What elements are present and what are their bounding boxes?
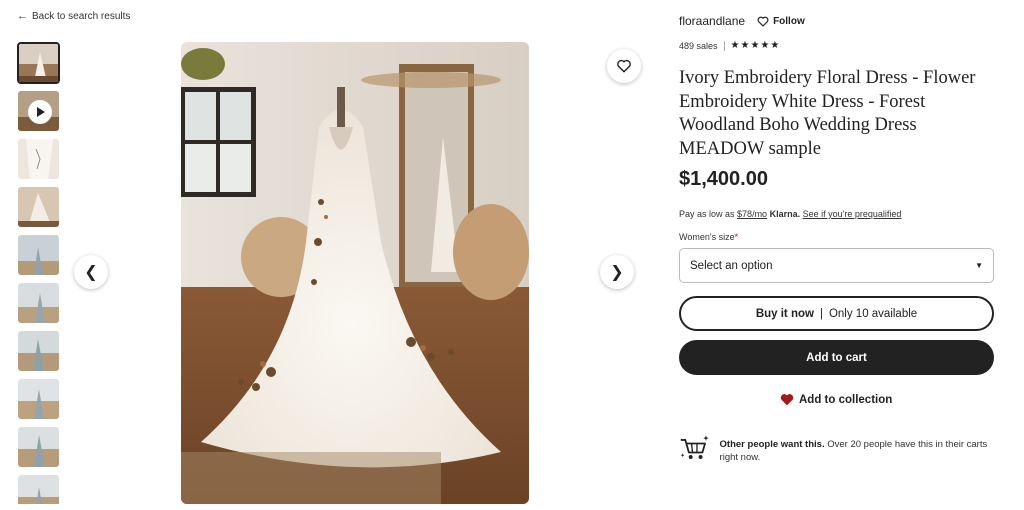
size-select[interactable]: Select an option ▼ <box>679 248 994 283</box>
thumbnail-1[interactable] <box>17 42 60 84</box>
demand-notice: Other people want this. Over 20 people h… <box>679 432 999 464</box>
buy-label: Buy it now <box>755 307 814 320</box>
add-to-cart-button[interactable]: Add to cart <box>679 340 994 375</box>
listing-title: Ivory Embroidery Floral Dress - Flower E… <box>679 68 976 159</box>
cart-sparkle-icon <box>680 435 709 459</box>
size-select-value: Select an option <box>690 259 773 272</box>
previous-image-button[interactable]: ❮ <box>74 255 108 289</box>
back-label: Back to search results <box>32 10 131 22</box>
star-rating[interactable]: ★★★★★ <box>731 40 781 51</box>
shop-stats: 489 sales ★★★★★ <box>679 40 780 51</box>
buy-separator: | <box>819 307 823 320</box>
thumbnail-9[interactable] <box>17 426 60 468</box>
follow-button[interactable]: Follow <box>757 16 805 27</box>
back-to-search-link[interactable]: ← Back to search results <box>17 10 130 22</box>
klarna-brand: Klarna. <box>769 209 801 219</box>
demand-bold: Other people want this. <box>719 439 825 450</box>
thumbnail-3[interactable] <box>17 138 60 180</box>
heart-outline-icon <box>617 59 631 73</box>
favorite-button[interactable] <box>607 49 641 83</box>
thumbnail-6[interactable] <box>17 282 60 324</box>
chevron-right-icon: ❯ <box>610 264 624 281</box>
size-label-text: Women's size <box>679 232 735 242</box>
thumbnail-7[interactable] <box>17 330 60 372</box>
thumbnail-10[interactable] <box>17 474 60 504</box>
thumbnail-strip <box>17 42 62 504</box>
caret-down-icon: ▼ <box>975 261 983 270</box>
dress-photo <box>181 42 529 504</box>
buy-it-now-button[interactable]: Buy it now | Only 10 available <box>679 296 994 331</box>
klarna-prefix: Pay as low as <box>679 209 735 219</box>
sales-count: 489 sales <box>679 40 718 51</box>
play-icon <box>28 100 52 124</box>
thumbnail-2-video[interactable] <box>17 90 60 132</box>
next-image-button[interactable]: ❯ <box>600 255 634 289</box>
thumbnail-5[interactable] <box>17 234 60 276</box>
heart-outline-icon <box>757 16 769 27</box>
required-asterisk: * <box>734 232 739 242</box>
add-to-collection-button[interactable]: Add to collection <box>780 393 892 406</box>
shop-name-link[interactable]: floraandlane <box>679 14 745 28</box>
collection-label: Add to collection <box>799 393 893 406</box>
listing-price: $1,400.00 <box>679 168 768 190</box>
thumbnail-8[interactable] <box>17 378 60 420</box>
back-arrow-icon: ← <box>17 10 28 22</box>
follow-label: Follow <box>773 15 805 27</box>
availability-text: Only 10 available <box>828 307 918 320</box>
main-product-image[interactable] <box>181 42 529 504</box>
klarna-financing: Pay as low as $78/mo Klarna. See if you'… <box>679 209 901 219</box>
chevron-left-icon: ❮ <box>84 264 98 281</box>
shop-header: floraandlane Follow <box>679 14 805 28</box>
thumbnail-4[interactable] <box>17 186 60 228</box>
demand-text: Other people want this. Over 20 people h… <box>720 438 999 464</box>
heart-filled-icon <box>780 394 794 406</box>
klarna-amount-link[interactable]: $78/mo <box>737 209 767 219</box>
size-label: Women's size* <box>679 232 738 242</box>
divider <box>723 40 725 51</box>
prequalify-link[interactable]: See if you're prequalified <box>803 209 902 219</box>
